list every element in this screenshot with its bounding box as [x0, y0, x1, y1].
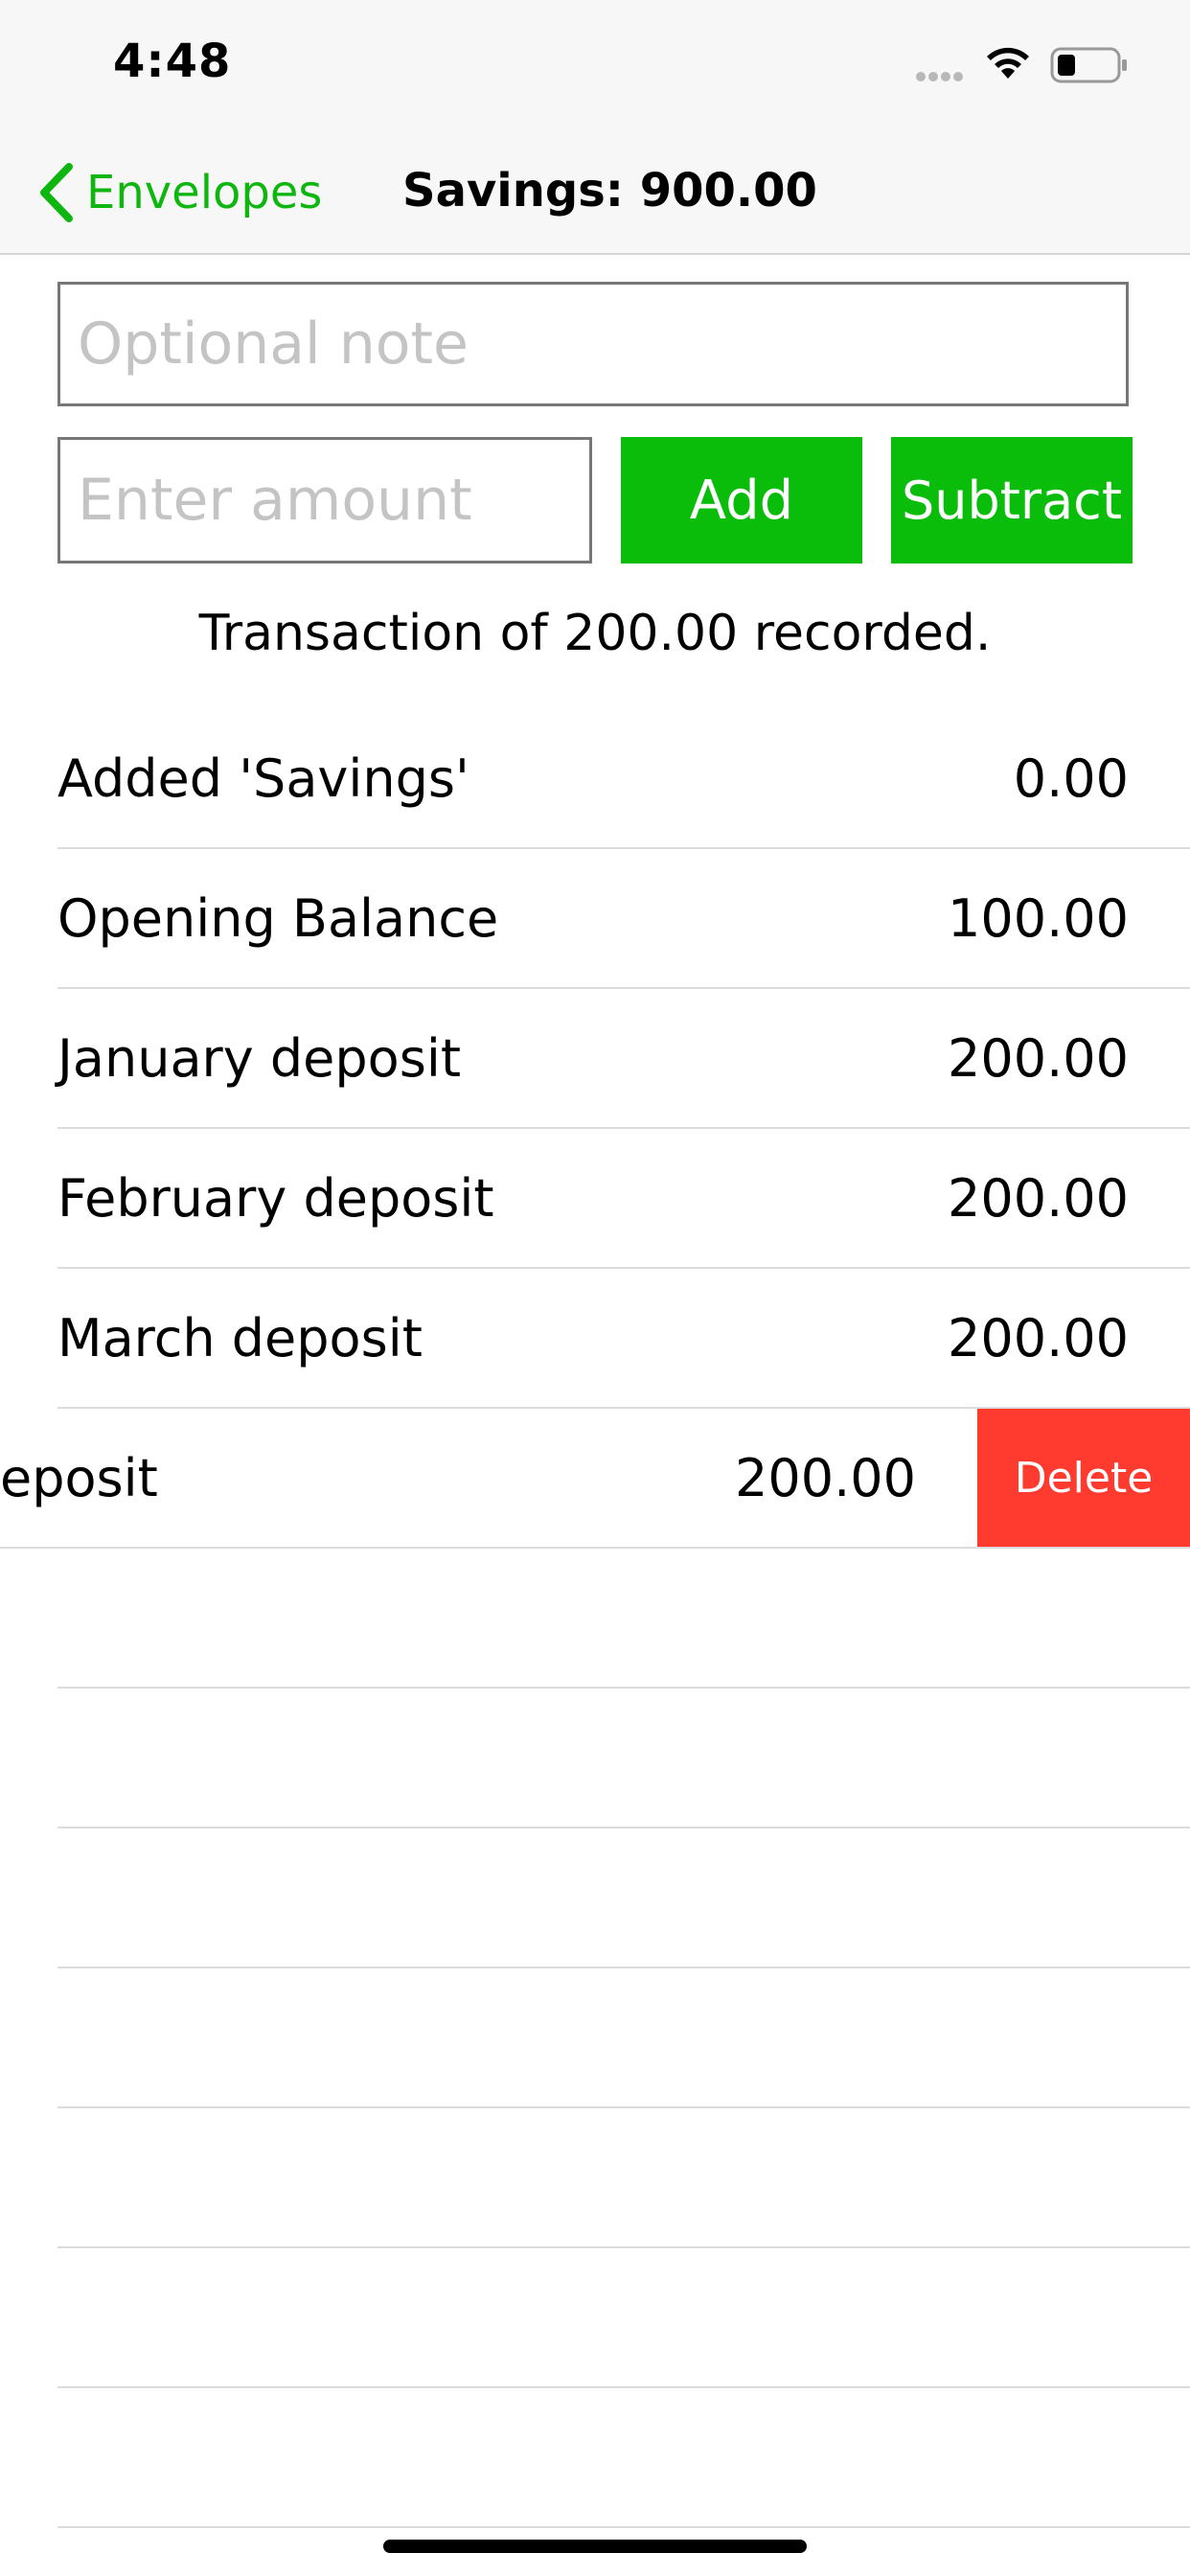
transaction-amount: 200.00	[735, 1448, 916, 1508]
back-button[interactable]: Envelopes	[34, 159, 322, 226]
transaction-label: March deposit	[57, 1308, 423, 1368]
transaction-amount: 200.00	[948, 1308, 1129, 1368]
transaction-row[interactable]: February deposit 200.00	[57, 1129, 1190, 1269]
empty-row	[57, 2388, 1190, 2528]
cellular-signal-icon	[916, 67, 966, 85]
status-message: Transaction of 200.00 recorded.	[198, 605, 992, 662]
empty-row	[57, 1689, 1190, 1828]
transaction-amount: 0.00	[1013, 748, 1129, 809]
note-input[interactable]	[57, 282, 1129, 406]
empty-row	[57, 2248, 1190, 2388]
battery-icon	[1050, 47, 1127, 83]
status-time: 4:48	[113, 34, 232, 88]
transaction-row-swiped[interactable]: eposit 200.00 Delete	[0, 1409, 1190, 1549]
page-title: Savings: 900.00	[402, 164, 817, 218]
transaction-label: Opening Balance	[57, 888, 499, 949]
transaction-amount: 200.00	[948, 1168, 1129, 1229]
wifi-icon	[987, 47, 1029, 79]
empty-row	[57, 1549, 1190, 1689]
add-button[interactable]: Add	[621, 437, 862, 564]
transaction-amount: 100.00	[948, 888, 1129, 949]
transaction-label: January deposit	[57, 1028, 462, 1089]
transaction-row[interactable]: Opening Balance 100.00	[57, 849, 1190, 989]
empty-row	[57, 1968, 1190, 2108]
empty-row	[57, 1828, 1190, 1968]
amount-input[interactable]	[57, 437, 592, 564]
transaction-row[interactable]: Added 'Savings' 0.00	[57, 709, 1190, 849]
chevron-left-icon	[40, 163, 73, 222]
back-button-label: Envelopes	[86, 166, 323, 219]
delete-button[interactable]: Delete	[977, 1409, 1190, 1547]
transaction-list: Added 'Savings' 0.00 Opening Balance 100…	[0, 709, 1190, 2528]
empty-row	[57, 2108, 1190, 2248]
subtract-button[interactable]: Subtract	[891, 437, 1133, 564]
transaction-row[interactable]: March deposit 200.00	[57, 1269, 1190, 1409]
transaction-label: Added 'Savings'	[57, 748, 469, 809]
transaction-amount: 200.00	[948, 1028, 1129, 1089]
navigation-bar: Envelopes Savings: 900.00	[0, 134, 1190, 255]
transaction-label: February deposit	[57, 1168, 494, 1229]
status-bar: 4:48	[0, 0, 1190, 134]
home-indicator[interactable]	[383, 2540, 807, 2553]
transaction-row[interactable]: January deposit 200.00	[57, 989, 1190, 1129]
transaction-label: eposit	[0, 1448, 158, 1508]
